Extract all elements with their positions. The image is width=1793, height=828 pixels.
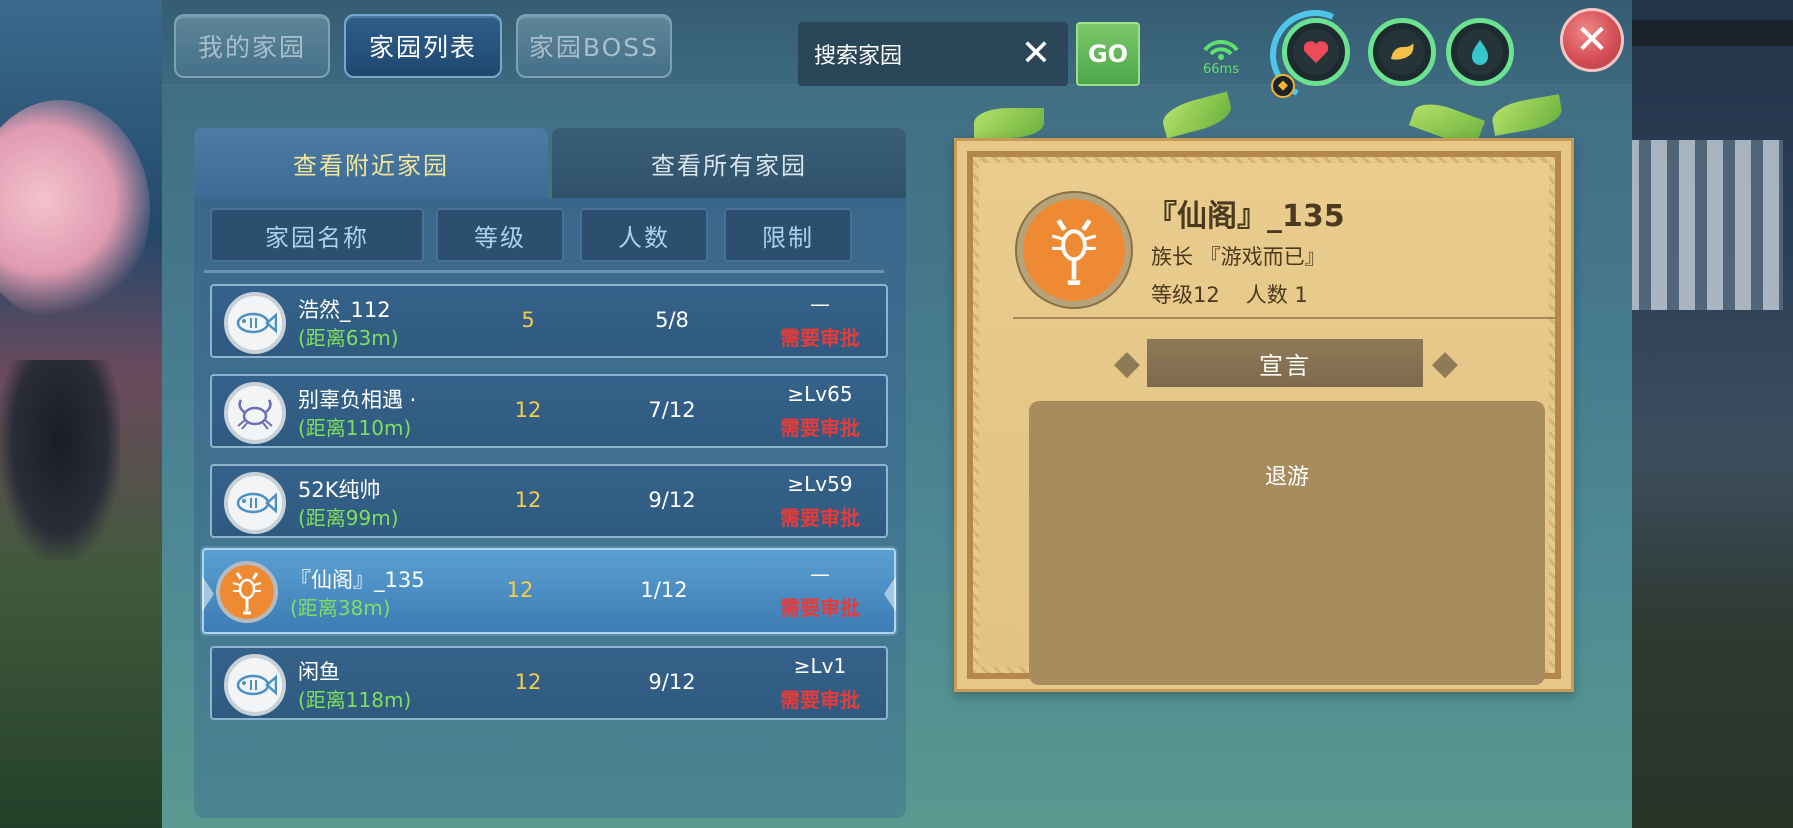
banner-left-ornament: ◆ (1113, 343, 1141, 383)
approval-required: 需要审批 (780, 326, 860, 350)
table-row[interactable]: 闲鱼 (距离118m) 12 9/12 ≥Lv1 需要审批 (210, 646, 888, 720)
homestead-window: 我的家园 家园列表 家园BOSS 搜索家园 ✕ GO 66ms ◆ ✕ 查看附近 (162, 0, 1632, 828)
homestead-name: 闲鱼 (298, 660, 340, 684)
blossom-tree (0, 100, 150, 320)
homestead-distance: (距离63m) (298, 326, 399, 350)
homestead-list-panel: 查看附近家园 查看所有家园 家园名称 等级 人数 限制 浩然_112 (距离63… (194, 128, 906, 818)
tab-my-homestead[interactable]: 我的家园 (174, 14, 330, 78)
homestead-limit: ≥Lv1 (793, 654, 847, 678)
card-inner: 『仙阁』_135 族长 『游戏而已』 等级12 人数 1 ◆ 宣言 ◆ 退游 (979, 163, 1555, 685)
table-row[interactable]: 别辜负相遇 · (距离110m) 12 7/12 ≥Lv65 需要审批 (210, 374, 888, 448)
pillars (1623, 140, 1783, 310)
detail-level: 等级12 (1151, 283, 1220, 307)
column-header-limit: 限制 (724, 208, 852, 262)
homestead-name: 浩然_112 (298, 298, 391, 322)
homestead-limit: ≥Lv65 (787, 382, 853, 406)
homestead-level: 12 (514, 488, 542, 512)
fish-icon (224, 292, 286, 354)
homestead-members: 1/12 (640, 578, 688, 602)
homestead-limit: ≥Lv59 (787, 472, 853, 496)
homestead-distance: (距离38m) (290, 596, 391, 620)
homestead-detail-card: 『仙阁』_135 族长 『游戏而已』 等级12 人数 1 ◆ 宣言 ◆ 退游 (954, 138, 1574, 692)
homestead-members: 5/8 (655, 308, 689, 332)
go-button[interactable]: GO (1076, 22, 1140, 86)
stamina-status[interactable] (1368, 18, 1436, 86)
homestead-name: 『仙阁』_135 (290, 568, 425, 592)
homestead-members: 9/12 (648, 670, 696, 694)
detail-stats: 等级12 人数 1 (1151, 279, 1334, 309)
manifesto-box: 退游 (1029, 401, 1545, 685)
homestead-table: 家园名称 等级 人数 限制 浩然_112 (距离63m) 5 5/8 — 需要审… (194, 198, 906, 818)
homestead-distance: (距离118m) (298, 688, 412, 712)
leaf-decoration (974, 108, 1044, 138)
water-drop-icon (1457, 29, 1503, 75)
clear-icon[interactable]: ✕ (1018, 36, 1054, 72)
column-header-level: 等级 (436, 208, 564, 262)
leaf-decoration (1489, 94, 1565, 136)
homestead-level: 12 (506, 578, 534, 602)
table-row[interactable]: 52K纯帅 (距离99m) 12 9/12 ≥Lv59 需要审批 (210, 464, 888, 538)
homestead-level: 12 (514, 398, 542, 422)
horse-silhouette (0, 360, 120, 560)
homestead-limit: — (810, 292, 830, 316)
tab-homestead-boss[interactable]: 家园BOSS (516, 14, 672, 78)
approval-required: 需要审批 (780, 506, 860, 530)
tab-homestead-list[interactable]: 家园列表 (344, 14, 502, 78)
heart-status[interactable] (1282, 18, 1350, 86)
close-button[interactable]: ✕ (1560, 8, 1624, 72)
detail-title: 『仙阁』_135 (1147, 199, 1345, 234)
manifesto-text: 退游 (1264, 465, 1309, 490)
homestead-level: 5 (521, 308, 535, 332)
homestead-distance: (距离110m) (298, 416, 412, 440)
ping-value: 66ms (1203, 62, 1239, 77)
close-icon: ✕ (1575, 17, 1609, 63)
manifesto-banner: 宣言 (1147, 339, 1423, 387)
scene-left (0, 0, 170, 828)
search-input[interactable]: 搜索家园 ✕ (798, 22, 1068, 86)
column-header-name: 家园名称 (210, 208, 424, 262)
homestead-name: 52K纯帅 (298, 478, 381, 502)
detail-members: 人数 1 (1245, 283, 1308, 307)
table-row-selected[interactable]: 『仙阁』_135 (距离38m) 12 1/12 — 需要审批 (202, 548, 896, 634)
table-row[interactable]: 浩然_112 (距离63m) 5 5/8 — 需要审批 (210, 284, 888, 358)
approval-required: 需要审批 (780, 688, 860, 712)
tab-nearby-homesteads[interactable]: 查看附近家园 (194, 128, 548, 198)
tab-all-homesteads[interactable]: 查看所有家园 (552, 128, 906, 198)
wifi-icon (1203, 40, 1239, 60)
crab-icon (224, 382, 286, 444)
search-placeholder: 搜索家园 (814, 44, 903, 69)
detail-divider (1013, 317, 1555, 319)
network-ping: 66ms (1196, 36, 1246, 86)
selection-arrow-right (884, 576, 896, 612)
banner-right-ornament: ◆ (1431, 343, 1459, 383)
roof (1613, 20, 1793, 46)
scorpion-icon (216, 561, 278, 623)
detail-leader: 族长 『游戏而已』 (1151, 245, 1326, 269)
header-divider (204, 270, 884, 273)
homestead-level: 12 (514, 670, 542, 694)
heart-icon (1293, 29, 1339, 75)
shield-icon: ◆ (1271, 74, 1295, 98)
water-status[interactable] (1446, 18, 1514, 86)
fish-icon (224, 472, 286, 534)
approval-required: 需要审批 (780, 416, 860, 440)
homestead-distance: (距离99m) (298, 506, 399, 530)
homestead-members: 9/12 (648, 488, 696, 512)
selection-arrow-left (202, 576, 214, 612)
stamina-icon (1379, 29, 1425, 75)
scorpion-icon (1017, 193, 1131, 307)
homestead-limit: — (810, 562, 830, 586)
homestead-members: 7/12 (648, 398, 696, 422)
approval-required: 需要审批 (780, 596, 860, 620)
homestead-name: 别辜负相遇 · (298, 388, 417, 412)
scene-right (1613, 0, 1793, 828)
fish-icon (224, 654, 286, 716)
column-header-members: 人数 (580, 208, 708, 262)
leaf-decoration (1159, 91, 1235, 139)
